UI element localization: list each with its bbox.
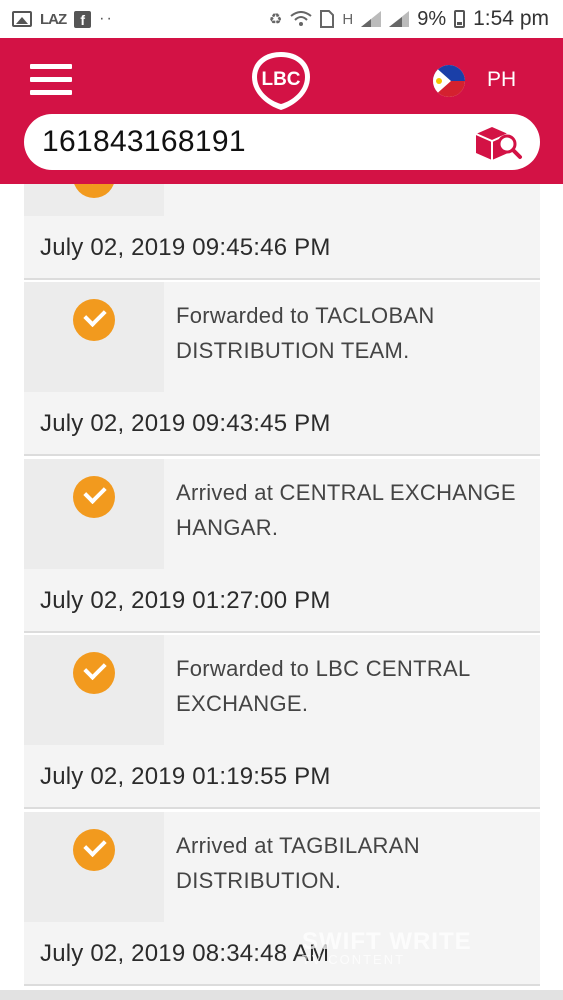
gallery-icon — [12, 11, 32, 27]
checkmark-icon — [73, 652, 115, 694]
sim-icon — [320, 10, 335, 28]
tracking-number-input[interactable] — [42, 125, 472, 159]
timeline-status: Forwarded to LBC CENTRAL EXCHANGE. — [176, 656, 470, 716]
signal-icon-2 — [389, 11, 410, 27]
logo-text: LBC — [261, 69, 300, 90]
timeline-status: Forwarded to TACLOBAN DISTRIBUTION TEAM. — [176, 303, 435, 363]
battery-icon — [454, 10, 466, 28]
timeline-date: July 02, 2019 09:43:45 PM — [24, 392, 540, 456]
philippines-flag-icon[interactable] — [433, 65, 465, 97]
network-type-icon: H — [342, 10, 354, 28]
checkmark-icon — [73, 829, 115, 871]
checkmark-icon — [73, 476, 115, 518]
wifi-icon — [290, 11, 312, 26]
status-bar: LAZ f ·· ♻ H 9% 1:54 pm — [0, 0, 563, 38]
lbc-logo[interactable]: LBC — [248, 50, 314, 112]
country-selector[interactable]: PH — [487, 68, 516, 92]
laz-icon: LAZ — [40, 10, 67, 28]
app-header: LBC PH — [0, 38, 563, 184]
menu-icon[interactable] — [30, 64, 72, 96]
timeline-date: July 02, 2019 01:27:00 PM — [24, 569, 540, 633]
timeline-status: Arrived at TAGBILARAN DISTRIBUTION. — [176, 833, 420, 893]
timeline-date: July 02, 2019 01:19:55 PM — [24, 745, 540, 809]
status-bar-right: ♻ H 9% 1:54 pm — [269, 7, 549, 31]
battery-percent: 9% — [417, 7, 447, 30]
recycle-icon: ♻ — [268, 11, 283, 28]
status-bar-left: LAZ f ·· — [12, 10, 114, 28]
tracking-timeline: July 02, 2019 09:45:46 PM Forwarded to T… — [24, 184, 540, 1000]
watermark: SWIFT WRITE TV CONTENT — [302, 928, 542, 967]
clock: 1:54 pm — [473, 7, 549, 30]
tracking-search-bar — [24, 114, 540, 170]
timeline-date: July 02, 2019 09:45:46 PM — [24, 216, 540, 280]
facebook-icon: f — [74, 10, 92, 28]
parcel-search-icon[interactable] — [472, 122, 524, 162]
checkmark-icon — [73, 299, 115, 341]
timeline-status: Arrived at CENTRAL EXCHANGE HANGAR. — [176, 480, 516, 540]
bottom-edge — [0, 990, 563, 1000]
watermark-line1: SWIFT WRITE — [302, 928, 472, 955]
signal-icon — [361, 11, 382, 27]
more-notifications-icon: ·· — [99, 10, 114, 27]
